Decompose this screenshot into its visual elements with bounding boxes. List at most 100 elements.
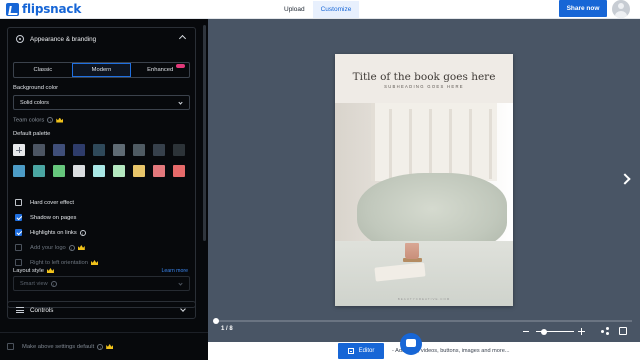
palette-row-2-swatch[interactable] <box>33 165 45 177</box>
fullscreen-icon[interactable] <box>619 327 627 335</box>
tab-upload[interactable]: Upload <box>276 1 313 18</box>
info-icon[interactable]: i <box>68 244 75 251</box>
sidebar-divider <box>0 332 208 333</box>
editor-label: Editor <box>358 348 375 354</box>
book-title: Title of the book goes here <box>352 71 496 83</box>
mode-enhanced-label: Enhanced <box>147 67 174 73</box>
mode-modern-button[interactable]: Modern <box>71 63 132 77</box>
zoom-in-icon[interactable] <box>578 328 585 335</box>
zoom-slider[interactable] <box>536 328 574 335</box>
checkbox[interactable] <box>15 244 22 251</box>
user-avatar[interactable] <box>612 0 630 18</box>
mode-classic-button[interactable]: Classic <box>14 63 72 77</box>
palette-row-1-swatch[interactable] <box>53 144 65 156</box>
palette-row-1-swatch[interactable] <box>133 144 145 156</box>
layout-style-select[interactable]: Smart view i <box>13 276 190 291</box>
flipsnack-logo[interactable]: flipsnack <box>6 2 81 16</box>
checkbox-label: Hard cover effect <box>30 199 75 206</box>
make-default-row[interactable]: Make above settings default i <box>7 342 114 351</box>
palette-row-1-swatch[interactable] <box>113 144 125 156</box>
team-colors-row: Team colors i <box>13 117 64 124</box>
crown-icon <box>56 117 64 123</box>
top-tabs: Upload Customize <box>276 0 360 19</box>
mode-enhanced-button[interactable]: Enhanced <box>131 63 189 77</box>
palette-row-1-swatch[interactable] <box>33 144 45 156</box>
share-now-button[interactable]: Share now <box>559 0 607 17</box>
palette-row-2-swatch[interactable] <box>13 165 25 177</box>
flipbook-viewer: Title of the book goes here SUBHEADING G… <box>208 19 640 342</box>
cover-photo <box>335 103 513 306</box>
make-default-checkbox[interactable] <box>7 343 14 350</box>
palette-row-2-swatch[interactable] <box>53 165 65 177</box>
background-color-select[interactable]: Solid colors <box>13 95 190 110</box>
learn-more-link[interactable]: Learn more <box>161 268 188 274</box>
appearance-panel-title: Appearance & branding <box>30 35 97 43</box>
palette-row-2-swatch[interactable] <box>113 165 125 177</box>
new-badge <box>176 64 186 68</box>
palette-row-2-swatch[interactable] <box>173 165 185 177</box>
page-progress-bar[interactable] <box>213 318 632 324</box>
checkbox-row[interactable]: Shadow on pages <box>15 213 76 222</box>
team-colors-label: Team colors <box>13 117 45 124</box>
page-indicator: 1 / 8 <box>221 326 233 332</box>
checkbox[interactable] <box>15 214 22 221</box>
checkbox-label: Highlights on links <box>30 229 77 236</box>
crown-icon <box>106 344 114 349</box>
info-icon[interactable]: i <box>50 280 57 287</box>
photo-headboard <box>371 103 497 181</box>
palette-row-2-swatch[interactable] <box>73 165 85 177</box>
zoom-out-icon[interactable] <box>523 331 529 332</box>
chevron-down-icon <box>180 306 186 312</box>
brand-name: flipsnack <box>22 2 82 16</box>
info-icon[interactable]: i <box>79 229 86 236</box>
checkbox-row[interactable]: Right to left orientation <box>15 258 99 267</box>
add-color-button[interactable] <box>13 144 25 156</box>
checkbox-row[interactable]: Hard cover effect <box>15 198 74 207</box>
palette-row-2-swatch[interactable] <box>153 165 165 177</box>
palette-row-1-swatch[interactable] <box>173 144 185 156</box>
photo-candle <box>405 243 419 259</box>
palette-row-2 <box>13 165 190 177</box>
palette-row-2-swatch[interactable] <box>93 165 105 177</box>
controls-panel[interactable]: Controls <box>7 301 196 319</box>
top-bar: flipsnack Upload Customize Share now <box>0 0 640 19</box>
editor-button[interactable]: Editor <box>338 343 384 359</box>
book-footer: BEAUTYCREATIVE.COM <box>397 297 451 301</box>
crown-icon <box>46 268 54 273</box>
layout-style-label: Layout style <box>13 268 44 275</box>
checkbox[interactable] <box>15 229 22 236</box>
mode-modern-label: Modern <box>91 67 112 73</box>
flipsnack-logo-icon <box>6 2 19 16</box>
next-page-arrow-icon[interactable] <box>619 173 631 185</box>
default-palette-label: Default palette <box>13 131 51 137</box>
palette-row-1-swatch[interactable] <box>153 144 165 156</box>
palette-row-1 <box>13 144 190 156</box>
tab-customize[interactable]: Customize <box>312 1 360 18</box>
checkbox[interactable] <box>15 259 22 266</box>
checkbox[interactable] <box>15 199 22 206</box>
crown-icon <box>77 245 85 250</box>
layout-style-row: Layout style <box>13 268 54 274</box>
checkbox-row[interactable]: Add your logo i <box>15 243 85 252</box>
info-icon[interactable]: i <box>97 343 104 350</box>
settings-sidebar: Appearance & branding Classic Modern Enh… <box>0 19 208 360</box>
checkbox-row[interactable]: Highlights on links i <box>15 228 86 237</box>
bottom-bar: Editor - Add links, videos, buttons, ima… <box>208 342 640 360</box>
palette-row-2-swatch[interactable] <box>133 165 145 177</box>
palette-row-1-swatch[interactable] <box>93 144 105 156</box>
book-subheading: SUBHEADING GOES HERE <box>384 84 464 89</box>
controls-label: Controls <box>30 306 54 314</box>
chevron-down-icon <box>178 281 183 286</box>
sidebar-scrollbar[interactable] <box>203 25 206 241</box>
share-icon[interactable] <box>601 327 609 335</box>
info-icon[interactable]: i <box>47 117 54 123</box>
appearance-panel-header[interactable]: Appearance & branding <box>8 28 195 50</box>
book-cover-page[interactable]: Title of the book goes here SUBHEADING G… <box>335 54 513 306</box>
chat-support-icon[interactable] <box>400 333 422 355</box>
page-progress-handle[interactable] <box>213 318 219 324</box>
palette-row-1-swatch[interactable] <box>73 144 85 156</box>
background-color-label: Background color <box>13 85 59 91</box>
editor-icon <box>347 348 354 354</box>
zoom-slider-handle[interactable] <box>540 328 547 335</box>
chevron-up-icon[interactable] <box>178 34 187 43</box>
